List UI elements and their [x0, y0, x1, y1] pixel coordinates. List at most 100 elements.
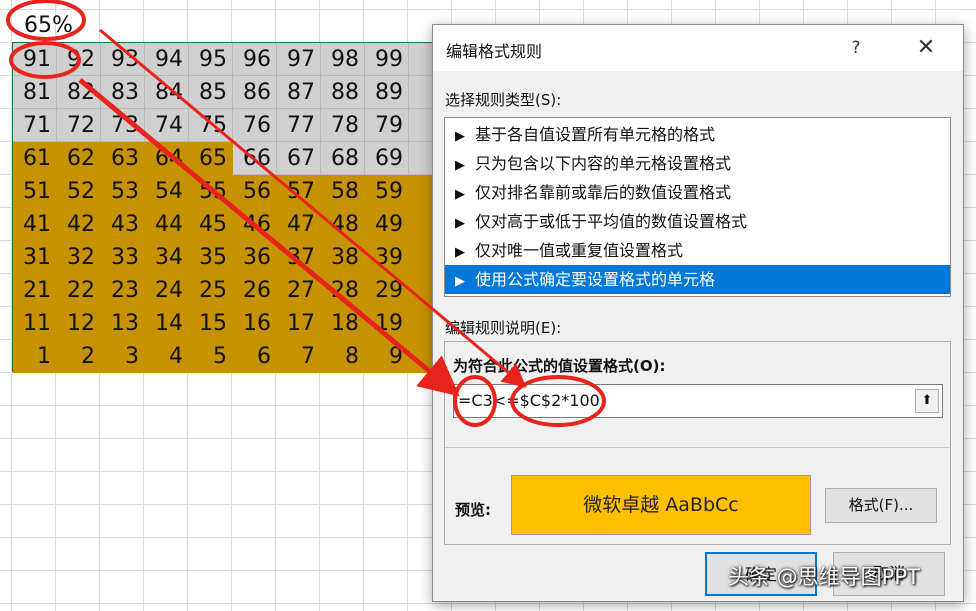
- grid-cell[interactable]: 85: [189, 76, 233, 109]
- grid-cell[interactable]: 88: [321, 76, 365, 109]
- grid-cell[interactable]: 86: [233, 76, 277, 109]
- grid-cell[interactable]: 83: [101, 76, 145, 109]
- grid-cell[interactable]: 47: [277, 208, 321, 241]
- grid-cell[interactable]: 73: [101, 109, 145, 142]
- grid-cell[interactable]: 7: [277, 340, 321, 373]
- grid-cell[interactable]: 8: [321, 340, 365, 373]
- grid-cell[interactable]: 77: [277, 109, 321, 142]
- grid-cell[interactable]: 93: [101, 43, 145, 76]
- grid-cell[interactable]: 15: [189, 307, 233, 340]
- grid-cell[interactable]: 6: [233, 340, 277, 373]
- grid-cell[interactable]: 55: [189, 175, 233, 208]
- grid-cell[interactable]: 54: [145, 175, 189, 208]
- grid-cell[interactable]: 58: [321, 175, 365, 208]
- grid-cell[interactable]: 89: [365, 76, 409, 109]
- grid-cell[interactable]: 24: [145, 274, 189, 307]
- rule-type-item[interactable]: ▶ 基于各自值设置所有单元格的格式: [445, 120, 950, 149]
- rule-type-item[interactable]: ▶ 使用公式确定要设置格式的单元格: [445, 265, 950, 294]
- collapse-dialog-icon[interactable]: ⬆: [915, 389, 939, 413]
- grid-cell[interactable]: 72: [57, 109, 101, 142]
- grid-cell[interactable]: 14: [145, 307, 189, 340]
- grid-cell[interactable]: 44: [145, 208, 189, 241]
- grid-cell[interactable]: 13: [101, 307, 145, 340]
- grid-cell[interactable]: 75: [189, 109, 233, 142]
- grid-cell[interactable]: 12: [57, 307, 101, 340]
- grid-cell[interactable]: 1: [13, 340, 57, 373]
- grid-cell[interactable]: 27: [277, 274, 321, 307]
- grid-cell[interactable]: 17: [277, 307, 321, 340]
- grid-cell[interactable]: 34: [145, 241, 189, 274]
- grid-cell[interactable]: 36: [233, 241, 277, 274]
- grid-cell[interactable]: 97: [277, 43, 321, 76]
- grid-cell[interactable]: 28: [321, 274, 365, 307]
- rule-type-item[interactable]: ▶ 仅对排名靠前或靠后的数值设置格式: [445, 178, 950, 207]
- grid-cell[interactable]: 92: [57, 43, 101, 76]
- grid-cell[interactable]: 74: [145, 109, 189, 142]
- grid-cell[interactable]: 5: [189, 340, 233, 373]
- grid-cell[interactable]: 79: [365, 109, 409, 142]
- grid-cell[interactable]: 21: [13, 274, 57, 307]
- grid-cell[interactable]: 9: [365, 340, 409, 373]
- grid-cell[interactable]: 16: [233, 307, 277, 340]
- grid-cell[interactable]: 65: [189, 142, 233, 175]
- grid-cell[interactable]: 87: [277, 76, 321, 109]
- grid-cell[interactable]: 42: [57, 208, 101, 241]
- percent-cell[interactable]: 65%: [12, 10, 82, 41]
- grid-cell[interactable]: 63: [101, 142, 145, 175]
- grid-cell[interactable]: 29: [365, 274, 409, 307]
- grid-cell[interactable]: 67: [277, 142, 321, 175]
- grid-cell[interactable]: 38: [321, 241, 365, 274]
- grid-cell[interactable]: 48: [321, 208, 365, 241]
- rule-type-item[interactable]: ▶ 只为包含以下内容的单元格设置格式: [445, 149, 950, 178]
- grid-cell[interactable]: 2: [57, 340, 101, 373]
- grid-cell[interactable]: 64: [145, 142, 189, 175]
- grid-cell[interactable]: 32: [57, 241, 101, 274]
- grid-cell[interactable]: 25: [189, 274, 233, 307]
- grid-cell[interactable]: 31: [13, 241, 57, 274]
- grid-cell[interactable]: 41: [13, 208, 57, 241]
- grid-cell[interactable]: 76: [233, 109, 277, 142]
- grid-cell[interactable]: 52: [57, 175, 101, 208]
- grid-cell[interactable]: 98: [321, 43, 365, 76]
- grid-cell[interactable]: 94: [145, 43, 189, 76]
- format-button[interactable]: 格式(F)...: [825, 488, 937, 523]
- grid-cell[interactable]: 45: [189, 208, 233, 241]
- grid-cell[interactable]: 22: [57, 274, 101, 307]
- grid-cell[interactable]: 43: [101, 208, 145, 241]
- grid-cell[interactable]: 82: [57, 76, 101, 109]
- grid-cell[interactable]: 19: [365, 307, 409, 340]
- grid-cell[interactable]: 57: [277, 175, 321, 208]
- grid-cell[interactable]: 23: [101, 274, 145, 307]
- grid-cell[interactable]: 69: [365, 142, 409, 175]
- grid-cell[interactable]: 96: [233, 43, 277, 76]
- grid-cell[interactable]: 56: [233, 175, 277, 208]
- grid-cell[interactable]: 4: [145, 340, 189, 373]
- grid-cell[interactable]: 39: [365, 241, 409, 274]
- grid-cell[interactable]: 11: [13, 307, 57, 340]
- grid-cell[interactable]: 49: [365, 208, 409, 241]
- grid-cell[interactable]: 3: [101, 340, 145, 373]
- grid-cell[interactable]: 81: [13, 76, 57, 109]
- grid-cell[interactable]: 71: [13, 109, 57, 142]
- grid-cell[interactable]: 66: [233, 142, 277, 175]
- grid-cell[interactable]: 59: [365, 175, 409, 208]
- rule-type-item[interactable]: ▶ 仅对高于或低于平均值的数值设置格式: [445, 207, 950, 236]
- rule-type-item[interactable]: ▶ 仅对唯一值或重复值设置格式: [445, 236, 950, 265]
- grid-cell[interactable]: 99: [365, 43, 409, 76]
- grid-cell[interactable]: 91: [13, 43, 57, 76]
- grid-cell[interactable]: 35: [189, 241, 233, 274]
- formula-input[interactable]: =C3<=$C$2*100 ⬆: [453, 384, 943, 418]
- close-icon[interactable]: ✕: [909, 33, 943, 63]
- grid-cell[interactable]: 62: [57, 142, 101, 175]
- grid-cell[interactable]: 68: [321, 142, 365, 175]
- grid-cell[interactable]: 18: [321, 307, 365, 340]
- help-button[interactable]: ?: [841, 33, 871, 63]
- grid-cell[interactable]: 61: [13, 142, 57, 175]
- grid-cell[interactable]: 53: [101, 175, 145, 208]
- grid-cell[interactable]: 46: [233, 208, 277, 241]
- grid-cell[interactable]: 78: [321, 109, 365, 142]
- grid-cell[interactable]: 33: [101, 241, 145, 274]
- grid-cell[interactable]: 26: [233, 274, 277, 307]
- grid-cell[interactable]: 84: [145, 76, 189, 109]
- grid-cell[interactable]: 95: [189, 43, 233, 76]
